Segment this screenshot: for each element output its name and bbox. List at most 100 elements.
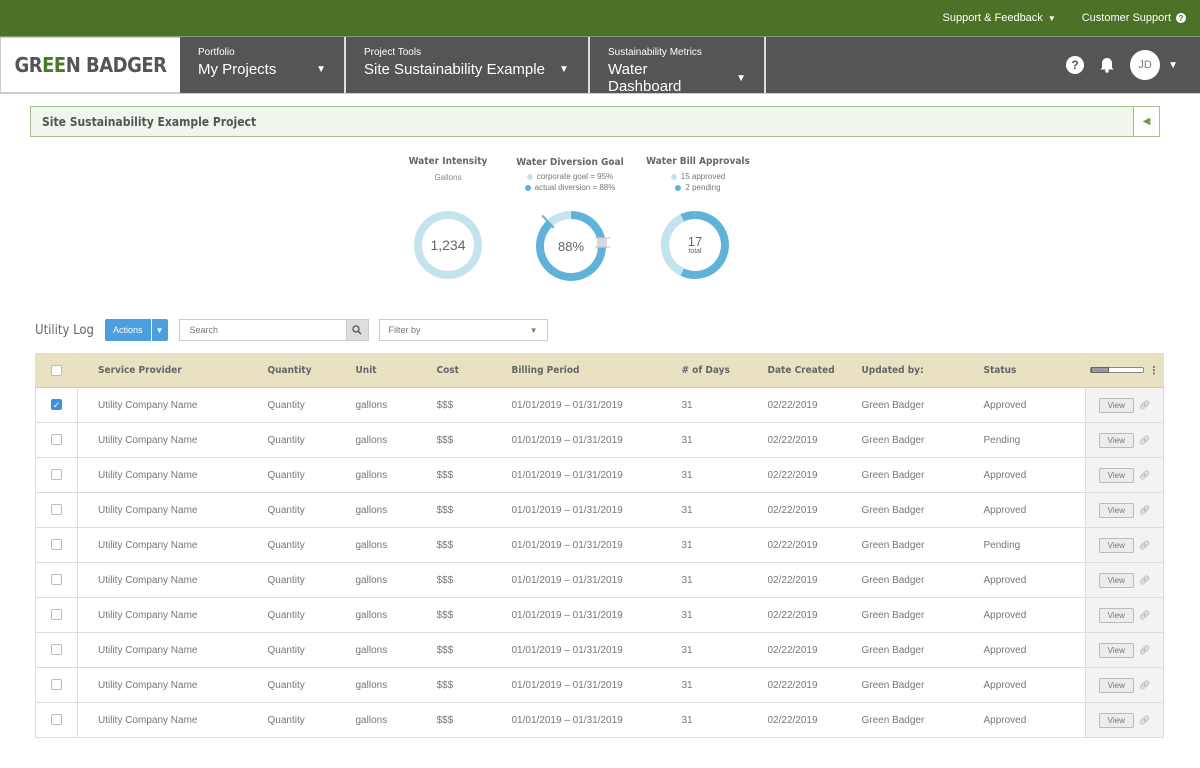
cell-cost: $$$ xyxy=(436,387,512,423)
nav-portfolio[interactable]: Portfolio My Projects ▼ xyxy=(180,37,346,93)
table-row[interactable]: Utility Company Name Quantity gallons $$… xyxy=(35,667,1164,703)
table-row[interactable]: Utility Company Name Quantity gallons $$… xyxy=(35,702,1164,738)
view-button[interactable]: View xyxy=(1098,537,1134,553)
col-billing-period[interactable]: Billing Period xyxy=(511,353,682,388)
table-row[interactable]: Utility Company Name Quantity gallons $$… xyxy=(35,562,1164,598)
nav-project-tools[interactable]: Project Tools Site Sustainability Exampl… xyxy=(346,37,590,93)
table-row[interactable]: ✓ Utility Company Name Quantity gallons … xyxy=(35,387,1164,423)
view-button[interactable]: View xyxy=(1098,467,1134,483)
view-button[interactable]: View xyxy=(1098,677,1134,693)
row-checkbox[interactable]: ✓ xyxy=(51,399,62,411)
view-button[interactable]: View xyxy=(1098,712,1134,728)
cell-date-created: 02/22/2019 xyxy=(767,527,862,563)
cell-billing-period: 01/01/2019 – 01/31/2019 xyxy=(511,387,682,423)
caret-down-icon: ▼ xyxy=(558,64,569,75)
row-checkbox[interactable] xyxy=(51,609,62,621)
col-days[interactable]: # of Days xyxy=(681,353,768,388)
cell-days: 31 xyxy=(681,492,768,528)
cell-days: 31 xyxy=(681,597,768,633)
table-row[interactable]: Utility Company Name Quantity gallons $$… xyxy=(35,597,1164,633)
avatar[interactable]: JD xyxy=(1130,50,1161,80)
cell-service-provider: Utility Company Name xyxy=(77,562,268,598)
col-quantity[interactable]: Quantity xyxy=(267,353,356,388)
nav-sustainability-metrics[interactable]: Sustainability Metrics Water Dashboard ▼ xyxy=(590,37,766,95)
logo-text-right: N BADGER xyxy=(65,53,167,77)
bell-icon[interactable] xyxy=(1098,56,1116,74)
col-updated-by[interactable]: Updated by: xyxy=(861,353,984,388)
cell-billing-period: 01/01/2019 – 01/31/2019 xyxy=(511,457,682,493)
attachment-icon[interactable]: 🔗︎ xyxy=(1139,505,1150,515)
view-button[interactable]: View xyxy=(1098,432,1134,448)
table-row[interactable]: Utility Company Name Quantity gallons $$… xyxy=(35,422,1164,458)
view-button[interactable]: View xyxy=(1098,642,1134,658)
cell-billing-period: 01/01/2019 – 01/31/2019 xyxy=(511,667,682,703)
slider-thumb[interactable] xyxy=(1091,367,1110,374)
view-button[interactable]: View xyxy=(1098,397,1134,413)
collapse-toggle-icon[interactable]: ◀ xyxy=(1133,107,1159,136)
help-icon[interactable]: ? xyxy=(1066,56,1085,74)
row-checkbox[interactable] xyxy=(51,469,62,481)
column-width-slider[interactable] xyxy=(1090,367,1145,374)
view-button[interactable]: View xyxy=(1098,572,1134,588)
row-checkbox[interactable] xyxy=(51,644,62,656)
search-icon[interactable] xyxy=(345,320,368,340)
row-checkbox[interactable] xyxy=(51,679,62,691)
table-header-row: Service Provider Quantity Unit Cost Bill… xyxy=(35,353,1164,388)
row-actions-cell: View 🔗︎ xyxy=(1085,422,1164,458)
cell-unit: gallons xyxy=(355,387,437,423)
attachment-icon[interactable]: 🔗︎ xyxy=(1139,470,1150,480)
col-service-provider[interactable]: Service Provider xyxy=(77,353,268,388)
attachment-icon[interactable]: 🔗︎ xyxy=(1139,610,1150,620)
attachment-icon[interactable]: 🔗︎ xyxy=(1139,435,1150,445)
view-button[interactable]: View xyxy=(1098,502,1134,518)
legend-label: 15 approved xyxy=(680,172,726,181)
select-all-checkbox[interactable] xyxy=(51,364,62,376)
caret-down-icon[interactable]: ▼ xyxy=(150,319,168,341)
cell-service-provider: Utility Company Name xyxy=(77,702,268,738)
metric-title: Water Intensity xyxy=(408,156,488,167)
table-row[interactable]: Utility Company Name Quantity gallons $$… xyxy=(35,632,1164,668)
cell-unit: gallons xyxy=(355,527,437,563)
attachment-icon[interactable]: 🔗︎ xyxy=(1139,540,1150,550)
row-checkbox[interactable] xyxy=(51,539,62,551)
row-checkbox[interactable] xyxy=(51,504,62,516)
table-row[interactable]: Utility Company Name Quantity gallons $$… xyxy=(35,527,1164,563)
customer-support-label: Customer Support xyxy=(1081,12,1171,24)
logo[interactable]: GR EE N BADGER xyxy=(0,37,180,93)
attachment-icon[interactable]: 🔗︎ xyxy=(1139,645,1150,655)
col-date-created[interactable]: Date Created xyxy=(767,353,862,388)
caret-down-icon: ▼ xyxy=(316,64,326,75)
support-feedback-menu[interactable]: Support & Feedback ▼ xyxy=(943,12,1056,24)
filter-dropdown[interactable]: Filter by ▼ xyxy=(378,319,548,341)
more-options-icon[interactable]: ⋮ xyxy=(1149,365,1159,376)
cell-date-created: 02/22/2019 xyxy=(767,702,862,738)
cell-updated-by: Green Badger xyxy=(861,387,984,423)
attachment-icon[interactable]: 🔗︎ xyxy=(1139,400,1150,410)
customer-support-link[interactable]: Customer Support? xyxy=(1082,12,1186,24)
col-status[interactable]: Status xyxy=(983,353,1086,388)
attachment-icon[interactable]: 🔗︎ xyxy=(1139,575,1150,585)
search-input[interactable] xyxy=(179,320,346,340)
actions-label[interactable]: Actions xyxy=(105,319,151,341)
cell-cost: $$$ xyxy=(436,667,512,703)
table-row[interactable]: Utility Company Name Quantity gallons $$… xyxy=(35,492,1164,528)
cell-quantity: Quantity xyxy=(267,562,356,598)
metric-water-bill-approvals: Water Bill Approvals 15 approved 2 pendi… xyxy=(640,156,756,192)
cell-cost: $$$ xyxy=(436,457,512,493)
col-cost[interactable]: Cost xyxy=(436,353,512,388)
view-button[interactable]: View xyxy=(1098,607,1134,623)
caret-down-icon[interactable]: ▼ xyxy=(1168,60,1178,71)
utility-log-toolbar: Utility Log Actions ▼ Filter by ▼ xyxy=(35,319,548,341)
col-unit[interactable]: Unit xyxy=(355,353,437,388)
attachment-icon[interactable]: 🔗︎ xyxy=(1139,680,1150,690)
row-checkbox[interactable] xyxy=(51,574,62,586)
cell-date-created: 02/22/2019 xyxy=(767,562,862,598)
row-checkbox[interactable] xyxy=(51,714,62,726)
table-row[interactable]: Utility Company Name Quantity gallons $$… xyxy=(35,457,1164,493)
legend-item: 15 approved xyxy=(640,172,756,181)
actions-button[interactable]: Actions ▼ xyxy=(104,319,168,341)
row-checkbox[interactable] xyxy=(51,434,62,446)
attachment-icon[interactable]: 🔗︎ xyxy=(1139,715,1150,725)
row-actions-cell: View 🔗︎ xyxy=(1085,527,1164,563)
cell-updated-by: Green Badger xyxy=(861,702,984,738)
